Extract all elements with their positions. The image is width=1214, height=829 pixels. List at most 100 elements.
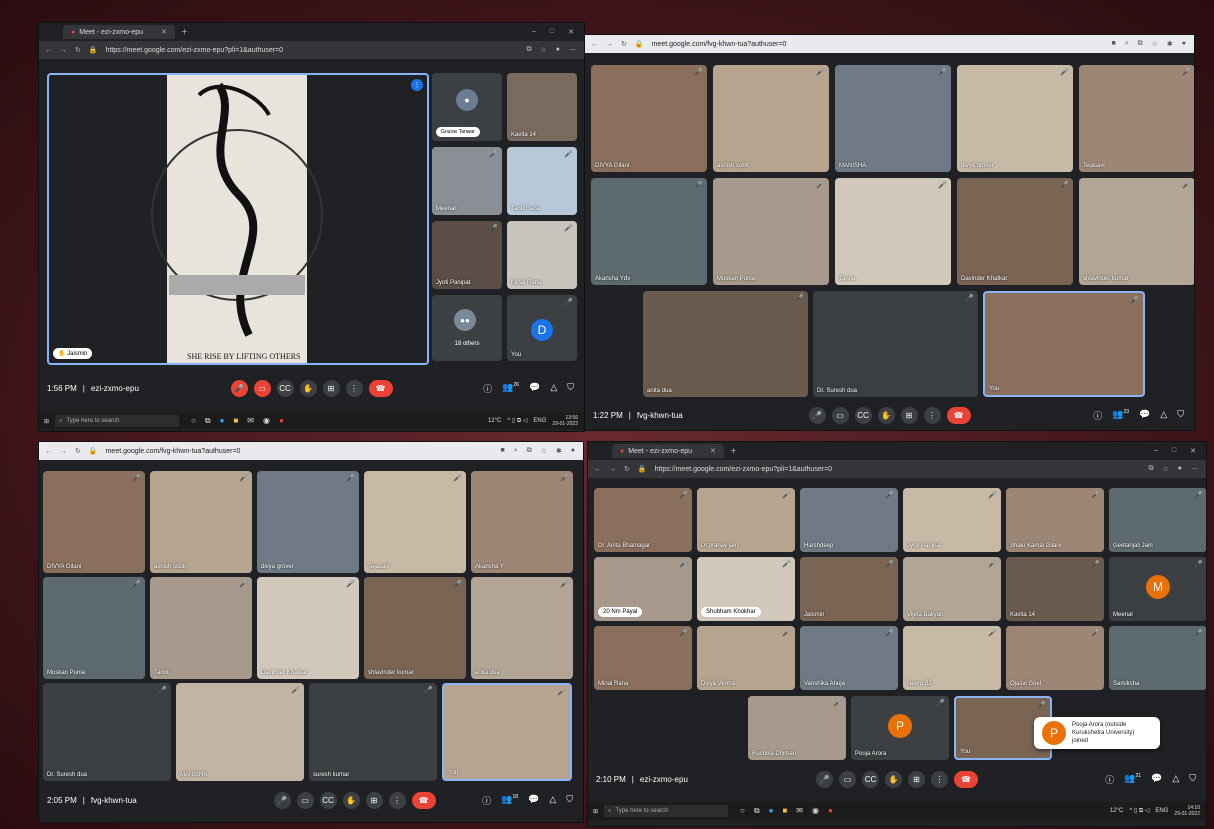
star-icon[interactable]: ☆ — [541, 447, 547, 455]
minimize-icon[interactable]: – — [1154, 447, 1158, 455]
profile-icon[interactable]: ● — [1178, 465, 1182, 473]
participant-tile[interactable]: 🎤 Tannu — [150, 577, 252, 679]
participant-tile[interactable]: 🎤 shlavinder kumar — [364, 577, 466, 679]
close-window-icon[interactable]: ✕ — [1190, 447, 1196, 455]
star-icon[interactable]: ☆ — [1162, 465, 1168, 473]
participant-tile[interactable]: 🎤 DIVYA Gilani — [591, 65, 707, 172]
people-icon[interactable]: 👥26 — [502, 382, 519, 395]
participant-tile[interactable]: 🎤 DIVYA Gilani — [43, 471, 145, 573]
captions-button[interactable]: CC — [862, 770, 879, 788]
participant-tile[interactable]: 🎤 Shalu Kamal Gilani — [1006, 488, 1104, 552]
chat-icon[interactable]: 💬 — [1139, 409, 1150, 422]
mail-icon[interactable]: ✉ — [796, 806, 803, 816]
present-button[interactable]: ⊞ — [908, 770, 925, 788]
camera-button[interactable]: ▭ — [253, 379, 271, 397]
mic-button[interactable]: 🎤 — [273, 791, 291, 809]
extension-icon[interactable]: ⧉ — [1148, 465, 1153, 473]
present-button[interactable]: ⊞ — [365, 791, 383, 809]
file-explorer-icon[interactable]: ■ — [233, 416, 238, 426]
end-call-button[interactable]: ☎ — [946, 406, 971, 424]
present-button[interactable]: ⊞ — [322, 379, 340, 397]
present-button[interactable]: ⊞ — [900, 406, 918, 424]
reload-icon[interactable]: ↻ — [621, 40, 627, 48]
info-icon[interactable]: ⓘ — [1093, 409, 1102, 422]
participant-tile[interactable]: 🎤 ashish sobti — [713, 65, 829, 172]
activities-icon[interactable]: △ — [1160, 409, 1167, 422]
captions-button[interactable]: CC — [854, 406, 872, 424]
participant-tile[interactable]: 🎤 anita dua — [471, 577, 573, 679]
weather-text[interactable]: 12°C — [1110, 808, 1123, 814]
close-tab-icon[interactable]: ✕ — [710, 447, 716, 455]
chat-icon[interactable]: 💬 — [528, 794, 539, 807]
tray-icons[interactable]: ^ ▯ ⧉ ◁ — [1129, 807, 1149, 815]
raise-hand-button[interactable]: ✋ — [877, 406, 895, 424]
forward-icon[interactable]: → — [609, 466, 616, 473]
more-options-button[interactable]: ⋮ — [345, 379, 363, 397]
back-icon[interactable]: ← — [45, 47, 52, 54]
windows-start-icon[interactable]: ⊞ — [593, 808, 598, 815]
participant-tile[interactable]: 🎤 MANISHA — [176, 683, 304, 781]
participant-tile[interactable]: 🎤 Meenal — [432, 147, 502, 215]
participant-tile[interactable]: 🎤 shlavinder kumar — [1079, 178, 1194, 285]
chat-icon[interactable]: 💬 — [529, 382, 540, 395]
extension-icon[interactable]: ⧉ — [1138, 40, 1143, 48]
taskbar-clock[interactable]: 14:10 29-01-2022 — [1174, 805, 1200, 817]
tray-icons[interactable]: ^ ▯ ⧉ ◁ — [507, 417, 527, 425]
participant-tile[interactable]: ● Gourav Tanwar — [432, 73, 502, 141]
profile-icon[interactable]: ● — [556, 46, 560, 54]
participant-tile[interactable]: 🎤 Harshdeep — [800, 488, 898, 552]
puzzle-icon[interactable]: ✱ — [1167, 40, 1173, 48]
language-indicator[interactable]: ENG — [533, 418, 546, 424]
people-icon[interactable]: 👥18 — [501, 794, 518, 807]
info-icon[interactable]: ⓘ — [1105, 773, 1114, 786]
address-bar[interactable]: ← → ↻ 🔒 https://meet.google.com/ezi-zxmo-ep… — [588, 460, 1206, 478]
profile-icon[interactable]: ● — [1182, 40, 1186, 48]
taskbar-clock[interactable]: 13:56 29-01-2022 — [552, 415, 578, 427]
reload-icon[interactable]: ↻ — [75, 46, 81, 54]
participant-tile[interactable]: 🎤 Akansha Y — [471, 471, 573, 573]
participant-tile[interactable]: 🎤 Tejasavi — [364, 471, 466, 573]
participant-tile[interactable]: P 🎤 Pooja Arora — [851, 696, 949, 760]
participant-tile[interactable]: 🎤 Minal Rana — [507, 221, 577, 289]
participant-tile[interactable]: 🎤 Davinder Khatkar — [257, 577, 359, 679]
mail-icon[interactable]: ✉ — [247, 416, 254, 426]
host-controls-icon[interactable]: ⛉ — [567, 382, 574, 395]
participant-tile[interactable]: 🎤 Tejasavi — [1079, 65, 1194, 172]
people-icon[interactable]: 👥21 — [1124, 773, 1141, 786]
mic-button[interactable]: 🎤 — [808, 406, 826, 424]
close-tab-icon[interactable]: ✕ — [161, 28, 167, 36]
info-icon[interactable]: ⓘ — [482, 794, 491, 807]
participant-tile[interactable]: 🎤 Tannu — [835, 178, 951, 285]
app-icon[interactable]: ◉ — [812, 806, 819, 816]
participant-tile[interactable]: 🎤 ashish sobti — [150, 471, 252, 573]
minimize-icon[interactable]: – — [532, 28, 536, 36]
url-text[interactable]: meet.google.com/fvg-khwn-tua?authuser=0 — [652, 41, 787, 48]
participant-tile[interactable]: 🎤 Muskan Punia — [713, 178, 829, 285]
zoom-icon[interactable]: ⌕ — [514, 447, 518, 455]
activities-icon[interactable]: △ — [550, 382, 557, 395]
menu-dots-icon[interactable]: ⋯ — [1191, 465, 1198, 473]
participant-tile[interactable]: M 🎤 Meenal — [1109, 557, 1206, 621]
participant-tile[interactable]: 🎤 Dr. Suresh dua — [43, 683, 171, 781]
participant-tile[interactable]: 🎤 Davinder Khatkar — [957, 178, 1073, 285]
info-icon[interactable]: ⓘ — [483, 382, 492, 395]
language-indicator[interactable]: ENG — [1155, 808, 1168, 814]
reload-icon[interactable]: ↻ — [624, 465, 630, 473]
camera-button[interactable]: ▭ — [831, 406, 849, 424]
maximize-icon[interactable]: □ — [550, 28, 554, 36]
edge-icon[interactable]: ● — [769, 806, 774, 816]
participant-tile[interactable]: 🎤 Jyoti Panipat — [432, 221, 502, 289]
participant-tile[interactable]: 🎤 Dr.pranay jain — [697, 488, 795, 552]
back-icon[interactable]: ← — [45, 448, 52, 455]
star-icon[interactable]: ☆ — [1152, 40, 1158, 48]
participant-tile[interactable]: 🎤 Vanshika Ahuja — [800, 626, 898, 690]
participant-tile[interactable]: 🎤 You — [442, 683, 572, 781]
address-bar[interactable]: ← → ↻ 🔒 meet.google.com/fvg-khwn-tua?authus… — [39, 442, 583, 460]
participant-tile[interactable]: 🎤 Kavita 14 — [1006, 557, 1104, 621]
join-notification[interactable]: P Pooja Arora (outside Kurukshetra Unive… — [1034, 717, 1160, 749]
address-bar[interactable]: ← → ↻ 🔒 https://meet.google.com/ezi-zxmo-ep… — [39, 41, 584, 59]
app-icon[interactable]: ◉ — [263, 416, 270, 426]
participant-tile[interactable]: 🎤 Neeru 23 — [903, 626, 1001, 690]
participant-tile[interactable]: 🎤 suresh kumar — [309, 683, 437, 781]
url-text[interactable]: https://meet.google.com/ezi-zxmo-epu?pli… — [106, 47, 283, 54]
